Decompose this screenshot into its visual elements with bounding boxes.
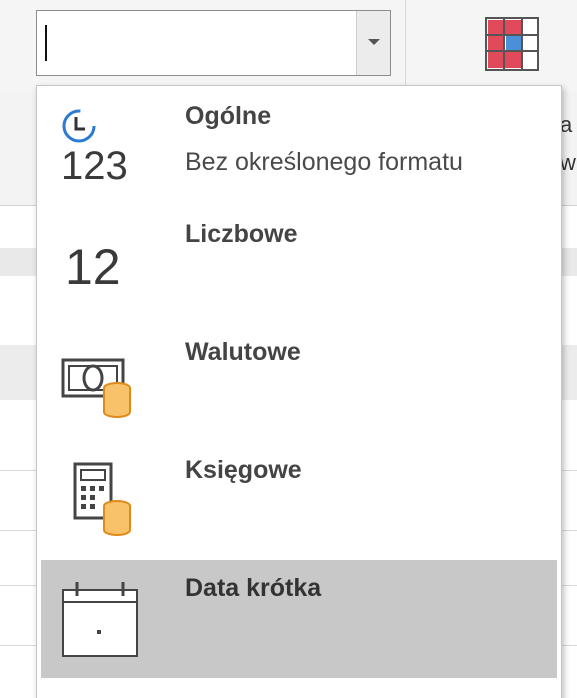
format-option-accounting[interactable]: Księgowe bbox=[41, 442, 557, 560]
currency-coins-icon bbox=[61, 358, 131, 418]
text-caret bbox=[45, 25, 47, 61]
number-12-icon: 12 bbox=[57, 222, 147, 312]
number-format-input[interactable] bbox=[37, 11, 355, 75]
number-format-combobox[interactable] bbox=[36, 10, 391, 76]
excel-window: a w 123 Ogólne Bez określonego formatu 1… bbox=[0, 0, 577, 698]
format-option-title: Data krótka bbox=[185, 574, 322, 602]
format-option-title: Walutowe bbox=[185, 338, 301, 366]
format-option-title: Liczbowe bbox=[185, 220, 298, 248]
clock-123-icon: 123 bbox=[57, 104, 147, 194]
icon-number-glyph: 12 bbox=[65, 239, 121, 295]
calendar-icon bbox=[62, 582, 138, 657]
number-format-dropdown: 123 Ogólne Bez określonego formatu 12 Li… bbox=[36, 85, 562, 698]
format-option-description: Bez określonego formatu bbox=[185, 148, 463, 176]
format-option-title: Ogólne bbox=[185, 102, 272, 130]
ribbon-label-fragment: w bbox=[560, 150, 576, 175]
format-option-general[interactable]: 123 Ogólne Bez określonego formatu bbox=[41, 88, 557, 206]
format-option-currency[interactable]: Walutowe bbox=[41, 324, 557, 442]
format-option-short-date[interactable]: Data krótka bbox=[41, 560, 557, 678]
chevron-down-icon[interactable] bbox=[356, 11, 390, 75]
format-option-number[interactable]: 12 Liczbowe bbox=[41, 206, 557, 324]
icon-number-glyph: 123 bbox=[61, 144, 128, 188]
conditional-formatting-icon[interactable] bbox=[484, 16, 540, 72]
calculator-coins-icon bbox=[73, 462, 131, 536]
format-option-title: Księgowe bbox=[185, 456, 302, 484]
